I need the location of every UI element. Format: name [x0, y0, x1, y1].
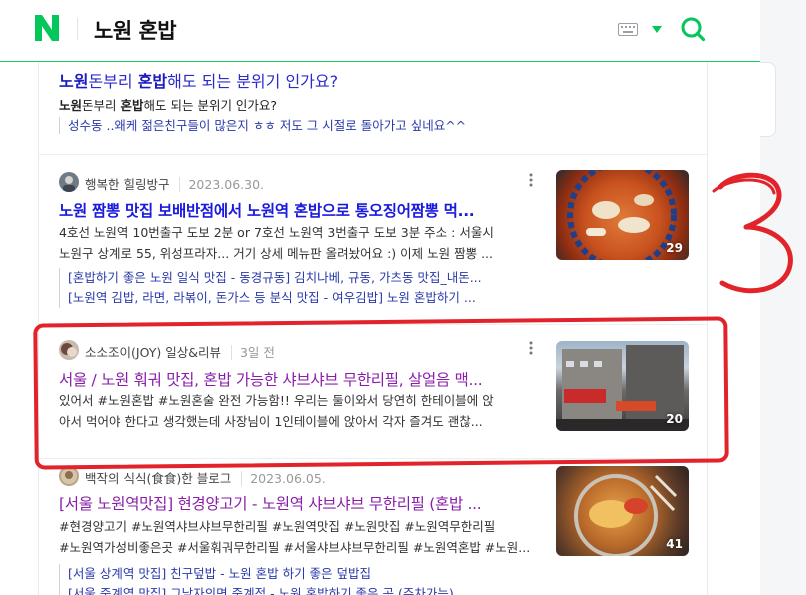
result-snippet: 4호선 노원역 10번출구 도보 2분 or 7호선 노원역 3번출구 도보 3… [59, 222, 539, 264]
highlight: 혼밥 [120, 98, 144, 113]
naver-logo-icon[interactable] [34, 14, 60, 42]
avatar[interactable] [59, 172, 79, 192]
divider [39, 154, 707, 155]
snippet-line: 4호선 노원역 10번출구 도보 2분 or 7호선 노원역 3번출구 도보 3… [59, 225, 494, 240]
side-panel-edge [760, 62, 776, 137]
snippet-line: #현경양고기 #노원역샤브샤브무한리필 #노원역맛집 #노원맛집 #노원역무한리… [59, 519, 496, 534]
header-divider [77, 18, 78, 40]
result-title-link[interactable]: 노원 짬뽕 맛집 보배반점에서 노원역 혼밥으로 통오징어짬뽕 먹... [59, 199, 539, 221]
result-thumbnail[interactable]: 29 [556, 170, 689, 260]
annotation-number-three [712, 172, 793, 294]
qa-result-title[interactable]: 노원돈부리 혼밥해도 되는 분위기 인가요? [59, 68, 338, 92]
search-icon[interactable] [680, 16, 706, 42]
author-name: 행복한 힐링방구 [85, 177, 170, 192]
title-text: 해도 되는 분위기 인가요? [167, 72, 339, 91]
related-posts: [서울 상계역 맛집] 친구덮밥 - 노원 혼밥 하기 좋은 덮밥집 [서울 중… [59, 564, 539, 595]
highlight: 노원 [59, 72, 89, 91]
post-date: 2023.06.05. [241, 471, 326, 486]
annotation-highlight-box [33, 316, 729, 470]
more-options-icon[interactable] [527, 172, 535, 188]
result-snippet: #현경양고기 #노원역샤브샤브무한리필 #노원역맛집 #노원맛집 #노원역무한리… [59, 516, 539, 558]
qa-sub-link[interactable]: 성수동 ..왜케 젊은친구들이 많은지 ㅎㅎ 저도 그 시절로 돌아가고 싶네요… [59, 117, 466, 134]
blog-result-card: 백작의 식식(食食)한 블로그 2023.06.05. [서울 노원역맛집] 현경… [39, 462, 707, 595]
result-title-link[interactable]: [서울 노원역맛집] 현경양고기 - 노원역 샤브샤브 무한리필 (혼밥 ... [59, 492, 539, 514]
snippet-line: #노원역가성비좋은곳 #서울훠궈무한리필 #서울샤브샤브무한리필 #노원역혼밥 … [59, 540, 531, 555]
highlight: 혼밥 [137, 72, 168, 91]
search-header: 노원 혼밥 [0, 0, 760, 62]
result-thumbnail[interactable]: 41 [556, 466, 689, 556]
highlight: 노원 [59, 98, 83, 113]
chevron-down-icon[interactable] [652, 26, 662, 33]
image-count-badge: 41 [666, 537, 683, 551]
desc-text: 돈부리 [82, 98, 121, 113]
qa-result-desc: 노원돈부리 혼밥해도 되는 분위기 인가요? [59, 95, 277, 114]
related-post-link[interactable]: [노원역 김밥, 라면, 라볶이, 돈가스 등 분식 맛집 - 여우김밥] 노원… [68, 288, 539, 308]
author-name: 백작의 식식(食食)한 블로그 [85, 471, 232, 486]
related-post-link[interactable]: [서울 상계역 맛집] 친구덮밥 - 노원 혼밥 하기 좋은 덮밥집 [68, 564, 539, 584]
author-line[interactable]: 백작의 식식(食食)한 블로그 2023.06.05. [85, 468, 326, 487]
search-query-input[interactable]: 노원 혼밥 [94, 15, 177, 45]
image-count-badge: 29 [666, 241, 683, 255]
keyboard-icon[interactable] [618, 23, 638, 36]
related-post-link[interactable]: [서울 중계역 맛집] 그남자의면 중계점 - 노원 혼밥하기 좋은 곳 (주차… [68, 584, 539, 595]
related-posts: [혼밥하기 좋은 노원 일식 맛집 - 동경규동] 김치나베, 규동, 가츠동 … [59, 268, 539, 308]
author-line[interactable]: 행복한 힐링방구 2023.06.30. [85, 174, 265, 193]
post-date: 2023.06.30. [179, 177, 265, 192]
blog-result-card: 행복한 힐링방구 2023.06.30. 노원 짬뽕 맛집 보배반점에서 노원역 … [39, 162, 707, 322]
title-text: 돈부리 [88, 72, 138, 91]
related-post-link[interactable]: [혼밥하기 좋은 노원 일식 맛집 - 동경규동] 김치나베, 규동, 가츠동 … [68, 268, 539, 288]
desc-text: 해도 되는 분위기 인가요? [143, 98, 278, 113]
snippet-line: 노원구 상계로 55, 위성프라자... 거기 상세 메뉴판 올려놨어요 :) … [59, 246, 493, 261]
